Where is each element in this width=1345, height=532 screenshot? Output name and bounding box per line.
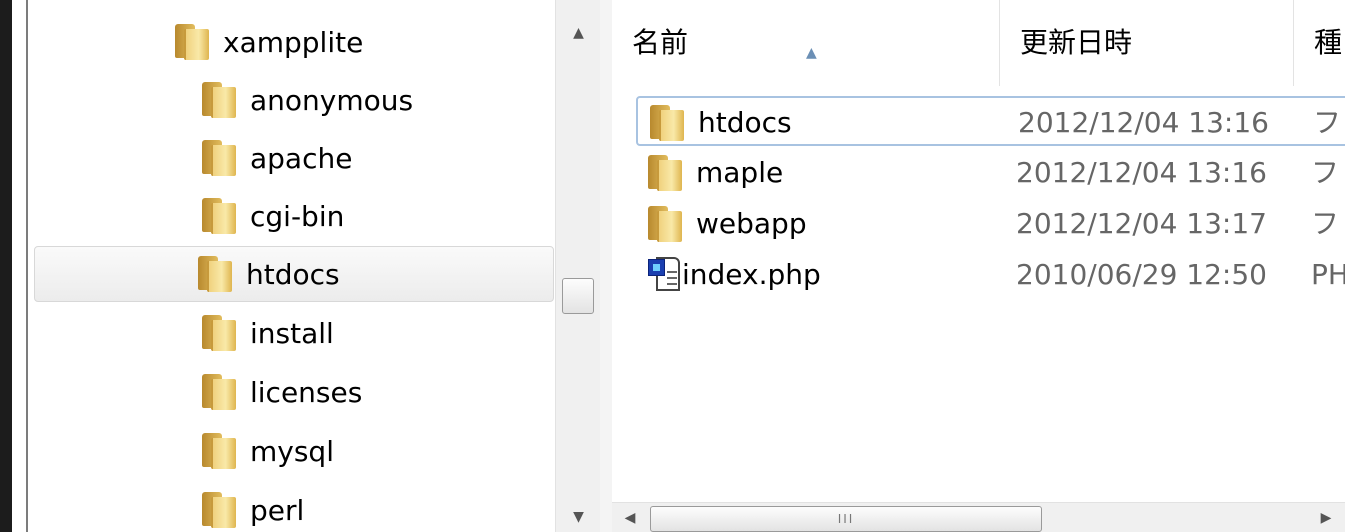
file-type: フ <box>1311 207 1340 240</box>
file-row-index-php[interactable]: index.php 2010/06/29 12:50 PH <box>636 250 1345 300</box>
folder-icon <box>198 256 232 292</box>
file-name: htdocs <box>698 106 792 139</box>
tree-item-label: cgi-bin <box>250 199 345 233</box>
file-modified: 2012/12/04 13:17 <box>1016 207 1267 240</box>
file-name: maple <box>696 156 784 189</box>
file-type: PH <box>1311 258 1345 291</box>
scroll-up-icon[interactable]: ▲ <box>556 18 601 48</box>
tree-item-label: perl <box>250 493 305 527</box>
tree-item-label: htdocs <box>246 257 340 291</box>
folder-icon <box>648 155 682 191</box>
folder-icon <box>202 492 236 528</box>
column-header-label: 更新日時 <box>1020 26 1133 59</box>
scroll-right-icon[interactable]: ▶ <box>1312 503 1340 532</box>
column-header-type[interactable]: 種 <box>1294 0 1345 86</box>
folder-icon <box>175 24 209 60</box>
tree-item-perl[interactable]: perl <box>202 482 304 532</box>
tree-item-htdocs[interactable]: htdocs <box>34 246 554 302</box>
tree-item-anonymous[interactable]: anonymous <box>202 72 413 128</box>
tree-item-label: apache <box>250 141 353 175</box>
folder-icon <box>648 206 682 242</box>
file-row-webapp[interactable]: webapp 2012/12/04 13:17 フ <box>636 199 1345 249</box>
tree-item-licenses[interactable]: licenses <box>202 364 362 420</box>
folder-icon <box>202 374 236 410</box>
file-type: フ <box>1311 156 1340 189</box>
scroll-thumb[interactable]: III <box>650 506 1042 532</box>
column-header-modified[interactable]: 更新日時 <box>1000 0 1294 86</box>
tree-item-apache[interactable]: apache <box>202 130 352 186</box>
pane-splitter[interactable] <box>600 0 612 532</box>
tree-item-label: install <box>250 316 334 350</box>
tree-item-install[interactable]: install <box>202 305 334 361</box>
folder-icon <box>202 82 236 118</box>
left-divider-line <box>26 0 28 532</box>
navigation-pane: xampplite anonymous apache cgi-bin htdoc… <box>30 0 555 532</box>
tree-item-label: xampplite <box>223 25 364 59</box>
folder-icon <box>202 198 236 234</box>
tree-item-label: anonymous <box>250 83 414 117</box>
tree-item-label: mysql <box>250 434 334 468</box>
folder-icon <box>202 433 236 469</box>
file-name: webapp <box>696 207 807 240</box>
folder-icon <box>650 105 684 141</box>
column-header-label: 種 <box>1314 26 1343 59</box>
window-left-edge <box>0 0 30 532</box>
tree-item-mysql[interactable]: mysql <box>202 423 334 479</box>
sort-ascending-icon: ▲ <box>806 45 817 61</box>
file-row-maple[interactable]: maple 2012/12/04 13:16 フ <box>636 148 1345 198</box>
file-name: index.php <box>682 258 821 291</box>
column-header-label: 名前 <box>632 26 689 59</box>
scroll-left-icon[interactable]: ◀ <box>616 503 644 532</box>
file-list-pane: 名前 ▲ 更新日時 種 htdocs 2012/12/04 13:16 フ ma… <box>612 0 1345 532</box>
file-modified: 2010/06/29 12:50 <box>1016 258 1267 291</box>
scroll-down-icon[interactable]: ▼ <box>556 502 601 532</box>
left-border-bar <box>0 0 12 532</box>
tree-item-label: licenses <box>250 375 363 409</box>
scroll-thumb[interactable] <box>562 278 594 314</box>
folder-icon <box>202 315 236 351</box>
tree-item-xampplite[interactable]: xampplite <box>175 14 363 70</box>
file-modified: 2012/12/04 13:16 <box>1016 156 1267 189</box>
file-row-htdocs[interactable]: htdocs 2012/12/04 13:16 フ <box>636 96 1345 146</box>
php-file-icon <box>648 257 682 293</box>
file-type: フ <box>1313 106 1342 139</box>
file-modified: 2012/12/04 13:16 <box>1018 106 1269 139</box>
file-list-horizontal-scrollbar[interactable]: ◀ III ▶ <box>612 502 1345 532</box>
tree-item-cgi-bin[interactable]: cgi-bin <box>202 188 344 244</box>
nav-vertical-scrollbar[interactable]: ▲ ▼ <box>555 0 600 532</box>
folder-icon <box>202 140 236 176</box>
column-header-name[interactable]: 名前 ▲ <box>612 0 1000 86</box>
